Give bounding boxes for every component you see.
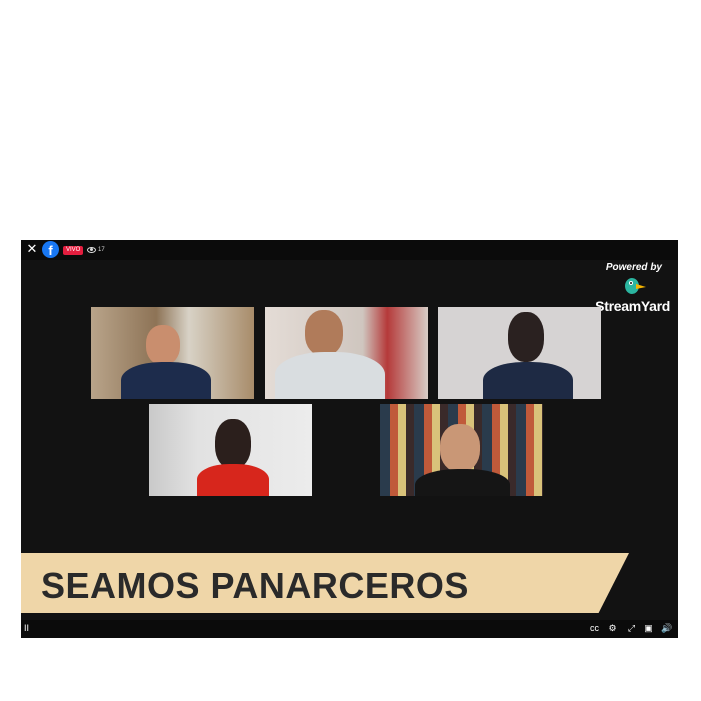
pause-button[interactable]: II	[21, 623, 32, 634]
title-banner: SEAMOS PANARCEROS	[21, 553, 629, 613]
settings-gear-icon[interactable]: ⚙	[607, 623, 618, 634]
banner-title: SEAMOS PANARCEROS	[41, 565, 469, 606]
live-badge: VIVO	[63, 246, 84, 255]
participant-avatar	[508, 312, 544, 362]
participant-tile-5	[380, 404, 543, 496]
participant-tile-4	[149, 404, 312, 496]
participant-avatar	[215, 419, 251, 469]
player-controls: II cc ⚙ ⤢ ▣ 🔊	[21, 620, 678, 638]
viewer-count-value: 17	[98, 247, 105, 253]
participant-tile-1	[91, 307, 254, 399]
participant-tile-3	[438, 307, 601, 399]
viewer-count: 17	[87, 245, 105, 255]
participant-avatar	[146, 325, 180, 365]
eye-icon	[87, 247, 96, 253]
volume-icon[interactable]: 🔊	[661, 623, 672, 634]
streamyard-brand-name: StreamYard	[595, 298, 670, 314]
fullscreen-icon[interactable]: ⤢	[626, 623, 637, 634]
participant-avatar	[440, 424, 480, 472]
streamyard-logo-icon	[625, 278, 646, 294]
participant-avatar	[305, 310, 343, 356]
powered-by-text: Powered by	[605, 262, 662, 273]
facebook-icon: f	[42, 241, 59, 258]
participant-body	[415, 469, 510, 496]
participant-body	[121, 362, 211, 399]
video-player[interactable]: ✕ f VIVO 17 Powered by StreamYard SEAMOS…	[21, 240, 678, 638]
player-top-bar: ✕ f VIVO 17	[21, 240, 678, 260]
participant-body	[275, 352, 385, 399]
picture-in-picture-icon[interactable]: ▣	[643, 623, 654, 634]
participant-tile-2	[265, 307, 428, 399]
close-icon[interactable]: ✕	[25, 242, 39, 256]
captions-button[interactable]: cc	[589, 623, 600, 634]
participant-body	[483, 362, 573, 399]
participant-body	[197, 464, 269, 496]
